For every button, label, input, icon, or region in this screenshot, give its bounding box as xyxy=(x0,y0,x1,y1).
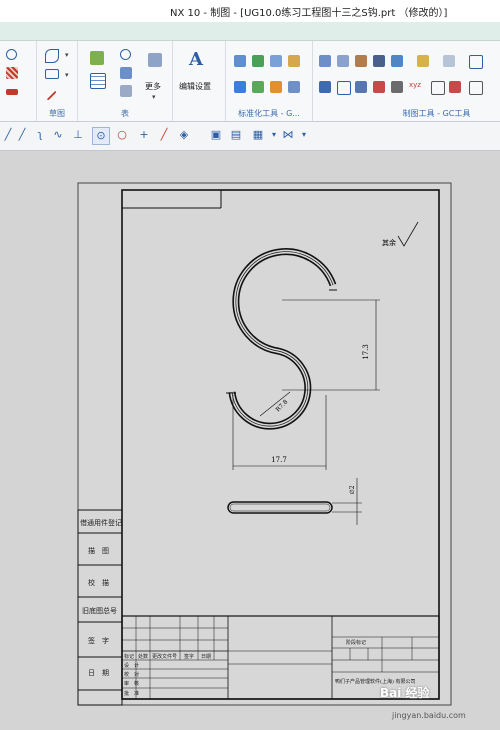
dim-height-text: 17.3 xyxy=(362,344,370,360)
side-label-5: 签 字 xyxy=(88,637,109,645)
dim-width-text: 17.7 xyxy=(271,456,287,464)
side-label-1: 借通用件登记 xyxy=(80,519,122,527)
watermark-brand: Bai 经验 xyxy=(380,686,430,700)
side-label-6: 日 期 xyxy=(88,669,109,677)
tb-header-2: 处数 xyxy=(138,654,149,660)
tb-header-5: 日期 xyxy=(201,654,212,660)
tb-header-3: 更改文件号 xyxy=(152,654,178,660)
tb-header-1: 标记 xyxy=(124,654,135,660)
side-label-3: 校 描 xyxy=(88,579,109,587)
tb-row-label-3: 审 核 xyxy=(124,681,140,687)
tb-row-label-4: 批 准 xyxy=(124,691,140,697)
side-label-2: 描 图 xyxy=(88,547,109,555)
watermark-url: jingyan.baidu.com xyxy=(392,711,466,720)
tb-row-label-1: 设 计 xyxy=(124,663,140,669)
dim-diameter-text: ∅2 xyxy=(349,485,356,494)
roughness-text: 其余 xyxy=(382,238,396,247)
tb-stage-label: 阶段标记 xyxy=(346,640,367,646)
drawing-sheet[interactable]: 17.3 17.7 R7.8 其余 ∅2 xyxy=(0,0,500,730)
side-label-4: 旧底图总号 xyxy=(82,607,117,615)
tb-row-label-2: 校 对 xyxy=(124,672,140,678)
tb-header-4: 签字 xyxy=(184,654,195,660)
